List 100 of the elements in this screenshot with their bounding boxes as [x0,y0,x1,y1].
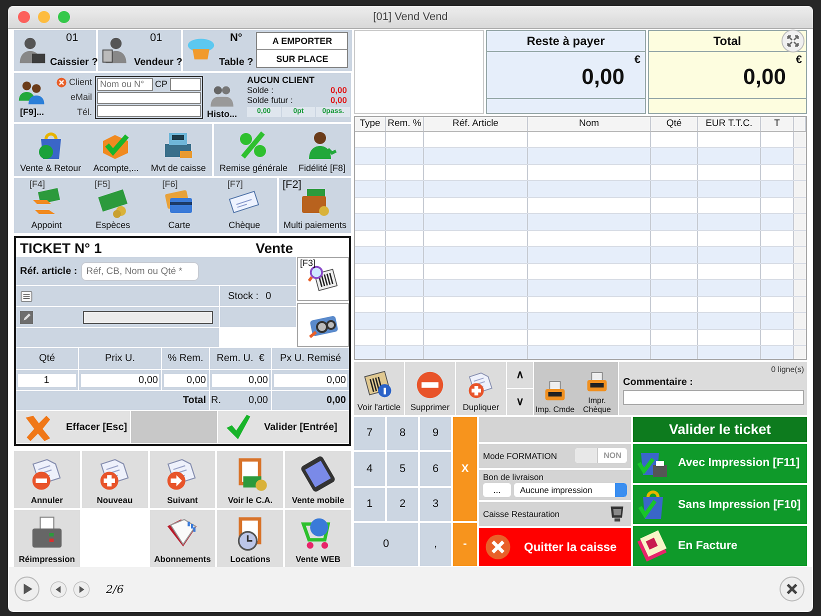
move-line-button[interactable]: ∨ [507,388,533,415]
print-button[interactable]: Imp. Cmde [535,362,575,415]
camera-button[interactable] [297,303,349,348]
check-icon [224,413,252,442]
option-label: Mode FORMATION [483,450,557,461]
pencil-icon[interactable] [20,310,33,324]
expand-icon[interactable] [781,28,805,53]
barcode-search-button[interactable]: [F3] [297,257,349,302]
close-circle-icon [484,532,512,561]
play-icon[interactable] [14,576,40,602]
action-button[interactable]: Acompte,... [92,124,140,176]
client-name-field[interactable]: Nom ou N° [97,78,153,91]
shortcut-button[interactable]: Nouveau [82,450,148,508]
column-header: Prix U. [79,348,161,370]
keypad-key[interactable]: 3 [420,488,451,521]
line-tool-button[interactable]: Voir l'article [354,362,404,415]
discount-total: 0,00 [248,395,268,406]
payment-button[interactable]: [F2] Multi paiements [282,178,348,234]
amount-value: 0,00 [582,66,624,88]
more-button[interactable]: ... [483,483,511,498]
shortcut-button[interactable]: Vente mobile [285,450,351,508]
person-selector-button[interactable]: 01 Vendeur ? [98,30,181,71]
close-icon[interactable] [779,576,805,602]
balance-value: 0,00 [330,94,347,105]
input-field[interactable] [83,310,213,324]
value-field[interactable]: 0,00 [212,374,269,387]
keypad-key[interactable]: 2 [387,488,418,521]
ticket-title: TICKET N° 1 [20,240,102,256]
keypad-key[interactable]: 4 [354,452,385,486]
email-field[interactable] [97,92,201,104]
table-header: Qté [651,116,698,131]
list-icon[interactable] [20,290,33,303]
table-selector-button[interactable]: N° Table ? [186,30,254,71]
window-title: [01] Vend Vend [372,10,449,23]
keypad-key[interactable]: 8 [387,416,418,450]
barcode-info-icon [364,370,394,400]
column-header: % Rem. [162,348,209,370]
phone-field[interactable] [97,104,201,117]
validate-line-button[interactable]: Valider [Entrée] [218,411,349,444]
field-label: eMail [70,92,92,102]
line-tool-button[interactable]: Dupliquer [456,362,506,415]
keypad-key[interactable]: 6 [420,452,451,486]
minus-circle-icon [415,370,445,400]
shortcut-button[interactable]: Annuler [14,450,80,508]
payment-button[interactable]: [F4] Appoint [30,178,64,234]
keypad-key[interactable]: 7 [354,416,385,450]
shortcut-button[interactable]: Abonnements [150,510,216,567]
history-button[interactable]: Histo... [203,72,241,122]
clear-button[interactable]: Effacer [Esc] [16,411,130,444]
close-window-button[interactable] [18,10,30,23]
next-icon[interactable] [73,580,90,598]
print-button[interactable]: Impr. Chèque [577,362,617,415]
shortcut-button[interactable]: Réimpression [14,510,80,567]
article-search-field[interactable]: Réf, CB, Nom ou Qté * [81,262,200,281]
payment-button[interactable]: [F5] Espèces [94,178,132,234]
service-mode-button[interactable]: SUR PLACE [257,50,348,68]
person-icon [17,35,47,66]
shortcut-button[interactable]: Suivant [150,450,216,508]
field-label: CP [155,79,168,90]
table-header: T [761,116,794,131]
validate-button[interactable]: En Facture [633,526,807,566]
shortcut-button[interactable]: Locations [217,510,284,567]
client-search-button[interactable]: [F9]... [14,72,50,122]
ledger-icon [637,530,669,562]
close-circle-icon[interactable] [56,76,67,88]
column-header: Px U. Remisé [272,348,349,370]
action-button[interactable]: Mvt de caisse [150,124,207,176]
shortcut-button[interactable]: Voir le C.A. [217,450,284,508]
quit-button[interactable]: Quitter la caisse [479,528,631,566]
action-button[interactable]: Remise générale [218,124,289,176]
previous-icon[interactable] [50,580,67,598]
keypad-key[interactable]: 1 [354,488,385,521]
value-field[interactable]: 0,00 [164,374,207,387]
payment-button[interactable]: [F7] Chèque [227,178,262,234]
table-header: EUR T.T.C. [698,116,761,131]
person-selector-button[interactable]: 01 Caissier ? [14,30,96,71]
keypad-key[interactable]: , [420,522,451,566]
print-option-dropdown[interactable]: Aucune impression [514,483,627,498]
amount-title: Reste à payer [487,30,644,52]
table-header: Nom [528,116,651,131]
move-line-button[interactable]: ∧ [507,362,533,388]
shortcut-button[interactable]: Vente WEB [285,510,351,567]
payment-button[interactable]: [F6] Carte [162,178,196,234]
action-button[interactable]: Fidélité [F8] [297,124,346,176]
validate-button[interactable]: Avec Impression [F11] [633,444,807,483]
validate-button[interactable]: Sans Impression [F10] [633,485,807,524]
balance-value: 0,00 [330,84,347,95]
line-tool-button[interactable]: Supprimer [405,362,455,415]
service-mode-button[interactable]: A EMPORTER [257,33,348,50]
value-field[interactable]: 0,00 [81,374,159,387]
value-field[interactable]: 1 [18,374,76,387]
keypad-key[interactable]: 9 [420,416,451,450]
postcode-field[interactable] [170,78,201,91]
comment-field[interactable] [623,390,804,405]
column-header: Rem. U. € [210,348,271,370]
keypad-key[interactable]: 5 [387,452,418,486]
line-count: 0 ligne(s) [770,364,804,374]
value-field[interactable]: 0,00 [274,374,347,387]
keypad-key[interactable]: 0 [354,522,418,566]
action-button[interactable]: Vente & Retour [19,124,82,176]
